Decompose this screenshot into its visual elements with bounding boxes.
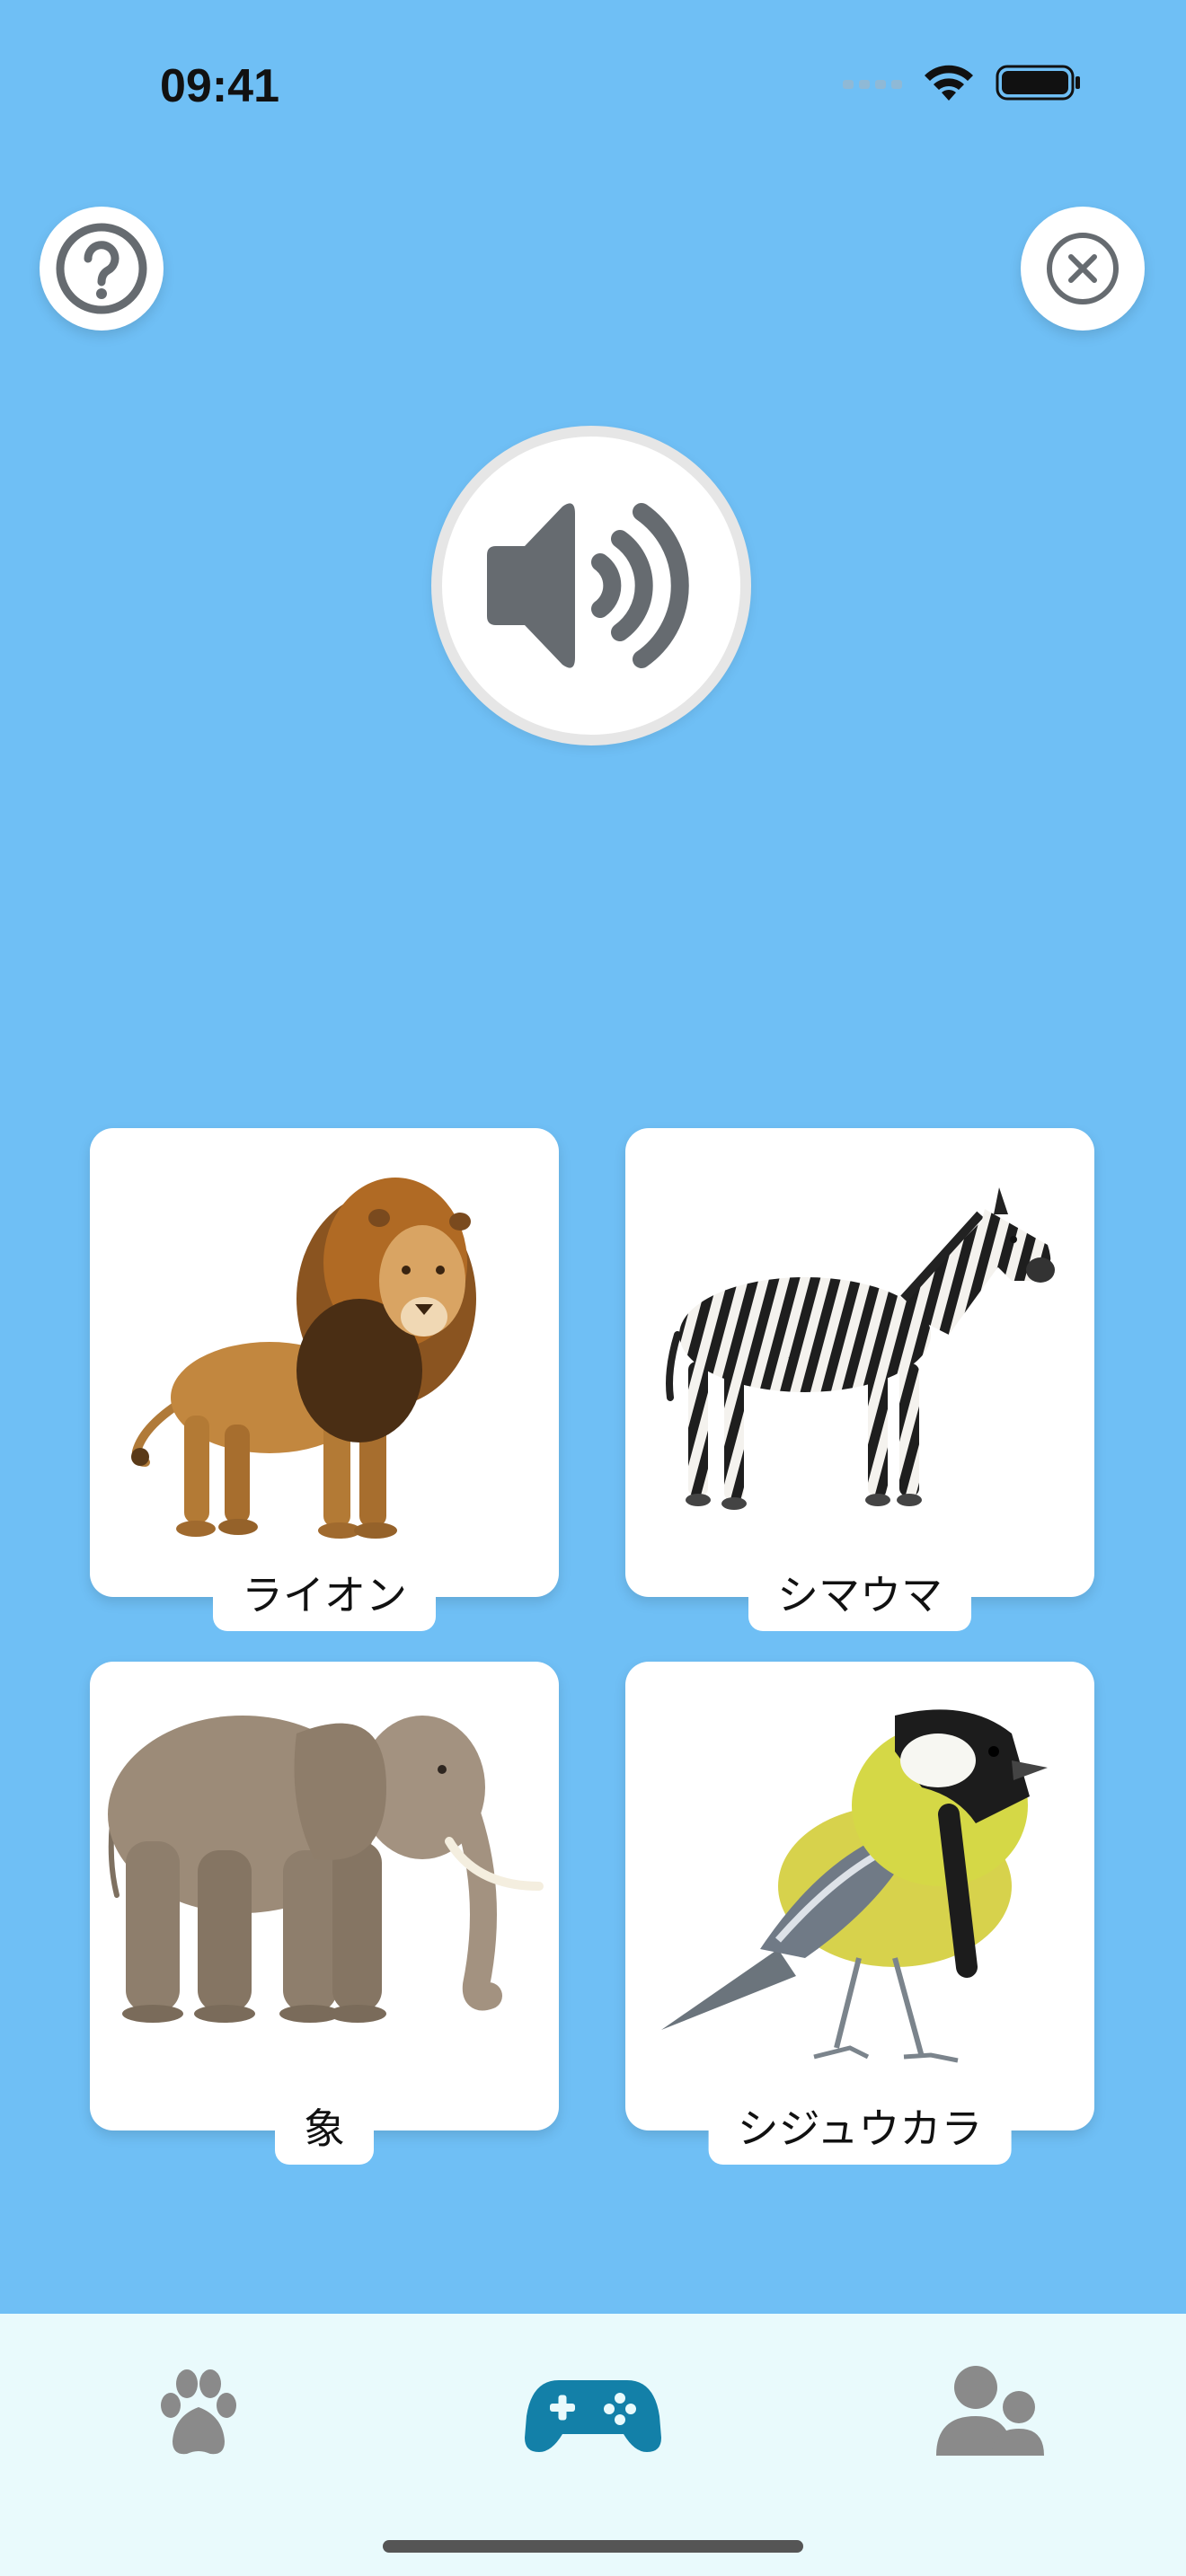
wifi-icon xyxy=(925,65,973,101)
elephant-image xyxy=(108,1716,544,2023)
tab-bar xyxy=(0,2314,1186,2576)
paw-icon xyxy=(161,2369,236,2455)
answer-label: 象 xyxy=(275,2091,374,2165)
users-icon xyxy=(936,2366,1044,2456)
answer-card-elephant[interactable]: 象 xyxy=(90,1662,559,2165)
answer-label: ライオン xyxy=(213,1557,436,1631)
tab-profile[interactable] xyxy=(933,2362,1046,2465)
great-tit-image xyxy=(661,1709,1048,2063)
gamepad-icon xyxy=(525,2380,661,2452)
answer-card-zebra[interactable]: シマウマ xyxy=(625,1128,1094,1631)
home-indicator xyxy=(383,2540,803,2553)
help-button[interactable] xyxy=(40,207,164,331)
answer-label: シマウマ xyxy=(748,1557,971,1631)
signal-icon xyxy=(843,80,902,89)
x-circle-icon xyxy=(1047,233,1119,304)
speaker-wave-icon xyxy=(487,503,689,668)
question-circle-icon xyxy=(56,223,147,314)
status-time: 09:41 xyxy=(160,60,279,112)
play-sound-button[interactable] xyxy=(431,426,751,745)
close-button[interactable] xyxy=(1021,207,1145,331)
answer-card-lion[interactable]: ライオン xyxy=(90,1128,559,1631)
answer-card-great-tit[interactable]: シジュウカラ xyxy=(625,1662,1094,2165)
lion-image xyxy=(131,1178,476,1539)
battery-icon xyxy=(996,65,1080,101)
tab-game[interactable] xyxy=(523,2362,663,2465)
answer-label: シジュウカラ xyxy=(708,2091,1012,2165)
status-icons xyxy=(843,63,1082,102)
tab-animals[interactable] xyxy=(149,2362,248,2465)
zebra-image xyxy=(666,1187,1055,1510)
